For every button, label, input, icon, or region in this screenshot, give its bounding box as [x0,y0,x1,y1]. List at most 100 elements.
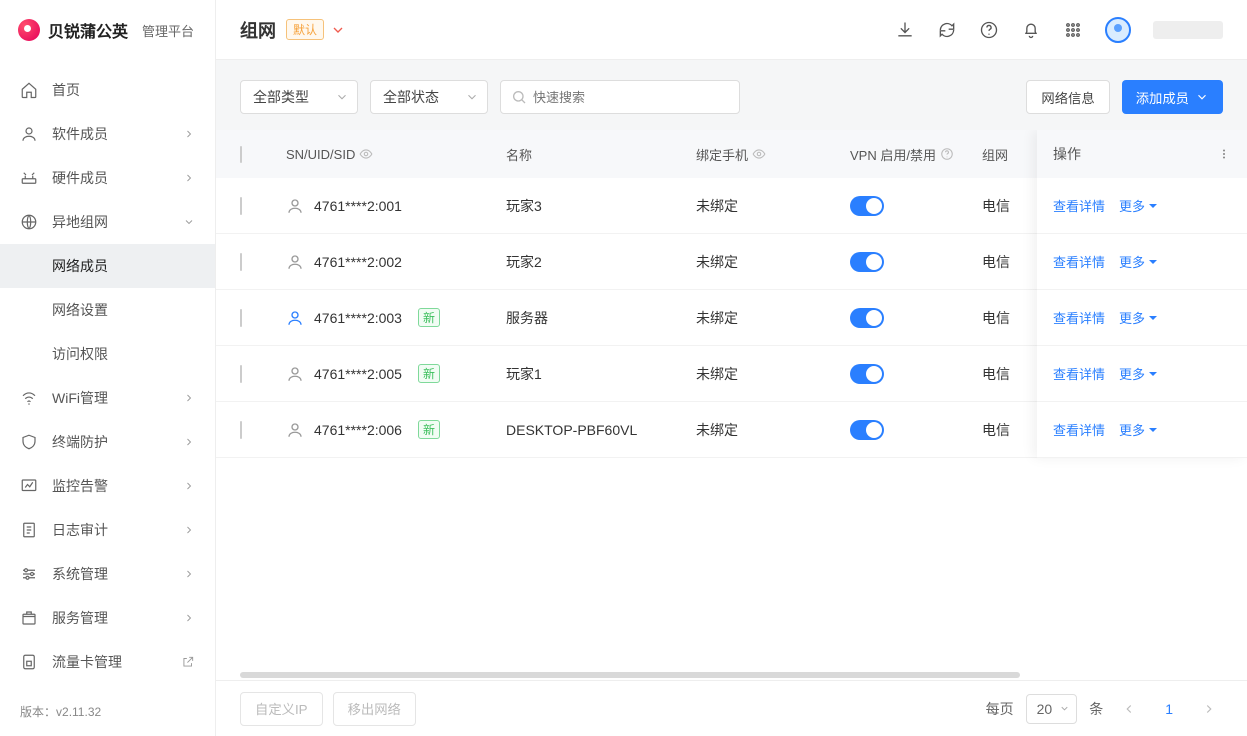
subnav-network-settings[interactable]: 网络设置 [0,288,215,332]
chevron-right-icon [1202,702,1216,716]
more-actions-link[interactable]: 更多 [1119,252,1158,271]
user-name-blurred [1153,21,1223,39]
row-name: DESKTOP-PBF60VL [506,422,696,438]
chevron-down-icon [1195,90,1209,104]
page-title: 组网 [240,17,276,43]
refresh-icon[interactable] [937,20,957,40]
eye-icon[interactable] [752,147,766,161]
more-icon[interactable] [1217,147,1231,161]
new-badge: 新 [418,364,440,383]
next-page-button[interactable] [1195,695,1223,723]
nav-service[interactable]: 服务管理 [0,596,215,640]
nav-wifi[interactable]: WiFi管理 [0,376,215,420]
chevron-down-icon [465,90,479,104]
search-input-wrapper[interactable] [500,80,740,114]
btn-label: 网络信息 [1041,88,1094,107]
add-member-button[interactable]: 添加成员 [1122,80,1223,114]
th-network: 组网 [982,145,1014,164]
action-row: 查看详情 更多 [1037,346,1247,402]
row-checkbox[interactable] [240,253,242,271]
nav-label: 首页 [52,80,80,100]
subnav-label: 访问权限 [52,344,108,364]
apps-icon[interactable] [1063,20,1083,40]
view-detail-link[interactable]: 查看详情 [1053,364,1105,383]
view-detail-link[interactable]: 查看详情 [1053,308,1105,327]
search-input[interactable] [533,90,729,105]
sim-icon [20,653,38,671]
vpn-toggle[interactable] [850,196,884,216]
person-icon [286,309,304,327]
horizontal-scrollbar[interactable] [216,670,1247,680]
package-icon [20,609,38,627]
status-filter[interactable]: 全部状态 [370,80,488,114]
nav-home[interactable]: 首页 [0,68,215,112]
row-sn: 4761****2:003 [314,310,402,326]
row-network: 电信 [982,196,1014,216]
person-icon [286,253,304,271]
chevron-down-icon[interactable] [330,22,346,38]
scrollbar-thumb[interactable] [240,672,1020,678]
more-actions-link[interactable]: 更多 [1119,196,1158,215]
row-network: 电信 [982,252,1014,272]
nav-label: 系统管理 [52,564,108,584]
nav-label: 终端防护 [52,432,108,452]
bell-icon[interactable] [1021,20,1041,40]
subnav-access-control[interactable]: 访问权限 [0,332,215,376]
current-page[interactable]: 1 [1155,701,1183,717]
row-network: 电信 [982,420,1014,440]
eye-icon[interactable] [359,147,373,161]
nav: 首页 软件成员 硬件成员 异地组网 网络成员 网络设置 访问权限 [0,60,215,703]
caret-down-icon [1148,369,1158,379]
nav-label: 日志审计 [52,520,108,540]
row-checkbox[interactable] [240,421,242,439]
custom-ip-button[interactable]: 自定义IP [240,692,323,726]
brand-suffix: 管理平台 [142,21,194,40]
row-checkbox[interactable] [240,197,242,215]
view-detail-link[interactable]: 查看详情 [1053,420,1105,439]
nav-endpoint-protection[interactable]: 终端防护 [0,420,215,464]
vpn-toggle[interactable] [850,252,884,272]
more-actions-link[interactable]: 更多 [1119,420,1158,439]
view-detail-link[interactable]: 查看详情 [1053,196,1105,215]
nav-hardware-members[interactable]: 硬件成员 [0,156,215,200]
remove-network-button[interactable]: 移出网络 [333,692,416,726]
vpn-toggle[interactable] [850,420,884,440]
nav-sim-card[interactable]: 流量卡管理 [0,640,215,684]
vpn-toggle[interactable] [850,308,884,328]
more-actions-link[interactable]: 更多 [1119,308,1158,327]
version-label: 版本： [20,705,56,719]
nav-log-audit[interactable]: 日志审计 [0,508,215,552]
help-icon[interactable] [979,20,999,40]
nav-system[interactable]: 系统管理 [0,552,215,596]
type-filter[interactable]: 全部类型 [240,80,358,114]
view-detail-link[interactable]: 查看详情 [1053,252,1105,271]
chevron-right-icon [183,524,195,536]
more-actions-link[interactable]: 更多 [1119,364,1158,383]
default-badge: 默认 [286,19,324,40]
row-checkbox[interactable] [240,365,242,383]
help-icon[interactable] [940,147,954,161]
nav-monitor-alert[interactable]: 监控告警 [0,464,215,508]
select-all-checkbox[interactable] [240,146,242,163]
row-sn: 4761****2:002 [314,254,402,270]
version-info: 版本：v2.11.32 [0,703,215,736]
globe-icon [20,213,38,231]
nav-label: 流量卡管理 [52,652,122,672]
avatar[interactable] [1105,17,1131,43]
nav-software-members[interactable]: 软件成员 [0,112,215,156]
document-icon [20,521,38,539]
prev-page-button[interactable] [1115,695,1143,723]
btn-label: 自定义IP [255,699,308,718]
nav-remote-network[interactable]: 异地组网 [0,200,215,244]
row-phone: 未绑定 [696,364,850,384]
page-size-select[interactable]: 20 [1026,694,1078,724]
vpn-toggle[interactable] [850,364,884,384]
main: 组网 默认 全部类型 全部状态 [216,0,1247,736]
network-info-button[interactable]: 网络信息 [1026,80,1109,114]
row-checkbox[interactable] [240,309,242,327]
download-icon[interactable] [895,20,915,40]
subnav-network-members[interactable]: 网络成员 [0,244,215,288]
action-column: 操作 查看详情 更多 查看详情 更多 查看详情 更多 查看详情 更多 查看详情 … [1037,130,1247,458]
chevron-right-icon [183,612,195,624]
btn-label: 移出网络 [348,699,401,718]
